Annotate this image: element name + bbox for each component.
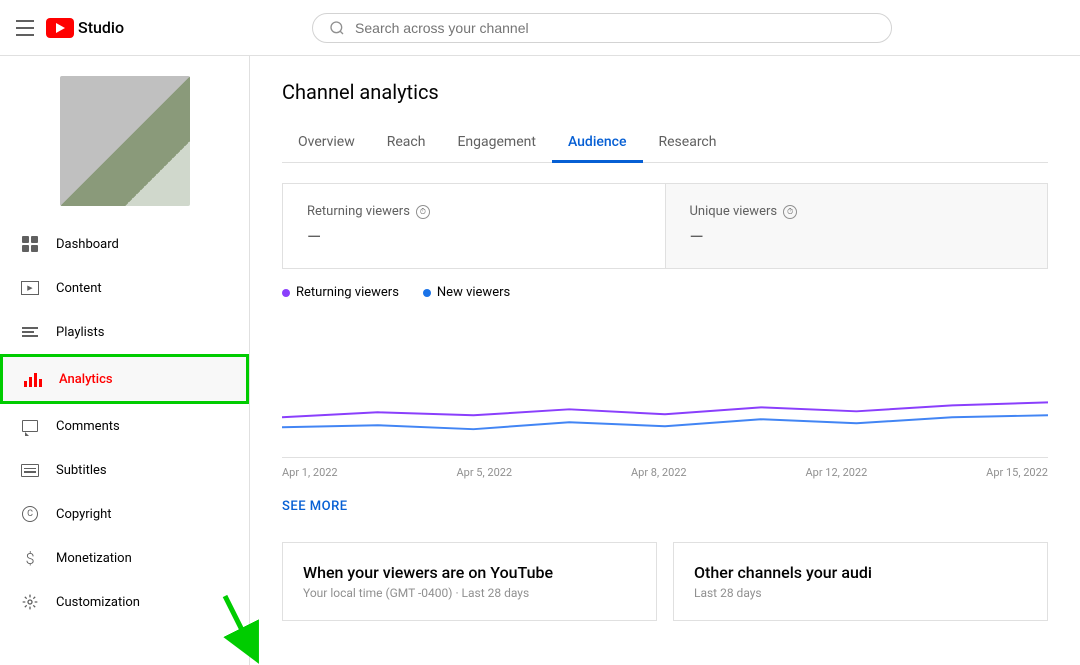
- clock-icon: ⏱: [416, 205, 430, 219]
- metric-returning-viewers: Returning viewers ⏱ —: [283, 184, 666, 268]
- sidebar-item-analytics[interactable]: Analytics: [0, 354, 249, 404]
- bottom-card-other-channels: Other channels your audi Last 28 days: [673, 542, 1048, 621]
- customization-label: Customization: [56, 595, 140, 610]
- legend-new: New viewers: [423, 285, 510, 300]
- search-icon: [329, 20, 345, 36]
- channel-avatar: [0, 56, 249, 222]
- returning-viewers-value: —: [307, 227, 641, 248]
- copyright-icon: C: [20, 504, 40, 524]
- playlists-icon: [20, 322, 40, 342]
- dashboard-icon: [20, 234, 40, 254]
- search-bar[interactable]: [312, 13, 892, 43]
- main-content: Channel analytics Overview Reach Engagem…: [250, 56, 1080, 665]
- when-viewers-title: When your viewers are on YouTube: [303, 563, 636, 582]
- sidebar-item-dashboard[interactable]: Dashboard: [0, 222, 249, 266]
- unique-viewers-title: Unique viewers ⏱: [690, 204, 1024, 219]
- subtitles-label: Subtitles: [56, 463, 107, 478]
- bottom-card-when-viewers: When your viewers are on YouTube Your lo…: [282, 542, 657, 621]
- analytics-label: Analytics: [59, 372, 113, 387]
- avatar-image: [60, 76, 190, 206]
- legend-dot-returning: [282, 289, 290, 297]
- tab-audience[interactable]: Audience: [552, 124, 643, 163]
- sidebar: Dashboard Content Playlists: [0, 56, 250, 665]
- chart-svg: [282, 308, 1048, 457]
- x-label-4: Apr 15, 2022: [986, 466, 1048, 479]
- metrics-row: Returning viewers ⏱ — Unique viewers ⏱ —: [282, 183, 1048, 269]
- returning-viewers-title: Returning viewers ⏱: [307, 204, 641, 219]
- subtitles-icon: [20, 460, 40, 480]
- chart-area: [282, 308, 1048, 458]
- playlists-label: Playlists: [56, 325, 104, 340]
- copyright-label: Copyright: [56, 507, 112, 522]
- other-channels-subtitle: Last 28 days: [694, 586, 1027, 600]
- chart-legend: Returning viewers New viewers: [282, 269, 1048, 308]
- tab-overview[interactable]: Overview: [282, 124, 371, 163]
- content-icon: [20, 278, 40, 298]
- customization-icon: [20, 592, 40, 612]
- sidebar-item-subtitles[interactable]: Subtitles: [0, 448, 249, 492]
- content-label: Content: [56, 281, 102, 296]
- page-title: Channel analytics: [282, 80, 1048, 104]
- sidebar-item-comments[interactable]: Comments: [0, 404, 249, 448]
- logo: Studio: [46, 18, 124, 38]
- x-label-2: Apr 8, 2022: [631, 466, 687, 479]
- monetization-label: Monetization: [56, 551, 132, 566]
- sidebar-item-monetization[interactable]: $ Monetization: [0, 536, 249, 580]
- metric-unique-viewers: Unique viewers ⏱ —: [666, 184, 1048, 268]
- header-left: Studio: [16, 18, 124, 38]
- sidebar-item-copyright[interactable]: C Copyright: [0, 492, 249, 536]
- sidebar-item-content[interactable]: Content: [0, 266, 249, 310]
- header: Studio: [0, 0, 1080, 56]
- x-label-3: Apr 12, 2022: [806, 466, 868, 479]
- tab-research[interactable]: Research: [643, 124, 733, 163]
- sidebar-item-playlists[interactable]: Playlists: [0, 310, 249, 354]
- when-viewers-subtitle: Your local time (GMT -0400) · Last 28 da…: [303, 586, 636, 600]
- search-input[interactable]: [355, 20, 875, 36]
- legend-label-new: New viewers: [437, 285, 510, 300]
- tab-engagement[interactable]: Engagement: [441, 124, 551, 163]
- studio-label: Studio: [78, 18, 124, 37]
- dashboard-label: Dashboard: [56, 237, 119, 252]
- see-more-button[interactable]: SEE MORE: [282, 487, 1048, 526]
- main-wrapper: Dashboard Content Playlists: [0, 56, 1080, 665]
- monetization-icon: $: [20, 548, 40, 568]
- comments-label: Comments: [56, 419, 120, 434]
- unique-viewers-value: —: [690, 227, 1024, 248]
- legend-label-returning: Returning viewers: [296, 285, 399, 300]
- tabs-bar: Overview Reach Engagement Audience Resea…: [282, 124, 1048, 163]
- tab-reach[interactable]: Reach: [371, 124, 442, 163]
- x-label-1: Apr 5, 2022: [457, 466, 513, 479]
- analytics-icon: [23, 369, 43, 389]
- other-channels-title: Other channels your audi: [694, 563, 1027, 582]
- comments-icon: [20, 416, 40, 436]
- x-axis: Apr 1, 2022 Apr 5, 2022 Apr 8, 2022 Apr …: [282, 458, 1048, 487]
- x-label-0: Apr 1, 2022: [282, 466, 338, 479]
- legend-dot-new: [423, 289, 431, 297]
- youtube-icon: [46, 18, 74, 38]
- clock-icon-2: ⏱: [783, 205, 797, 219]
- legend-returning: Returning viewers: [282, 285, 399, 300]
- hamburger-menu[interactable]: [16, 20, 34, 36]
- bottom-cards: When your viewers are on YouTube Your lo…: [282, 542, 1048, 621]
- sidebar-item-customization[interactable]: Customization: [0, 580, 249, 624]
